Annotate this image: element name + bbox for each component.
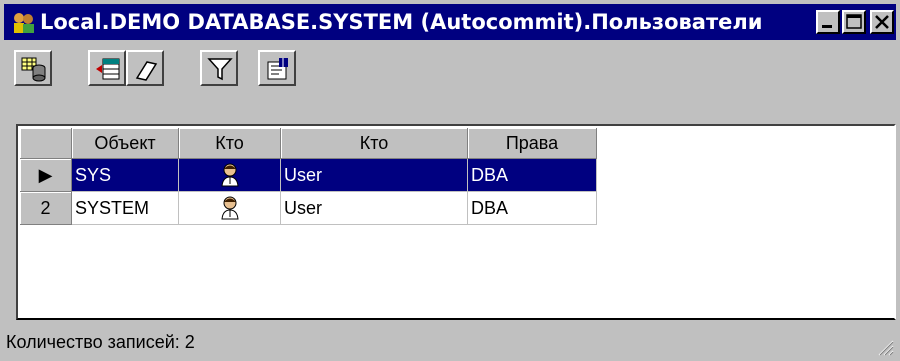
cell-rights[interactable]: DBA [467, 158, 597, 192]
table-row[interactable]: ▶ SYS User DBA [20, 158, 597, 192]
users-app-icon [14, 13, 34, 33]
column-header-who[interactable]: Кто [280, 128, 468, 159]
row-indicator[interactable]: ▶ [20, 158, 72, 192]
user-icon [220, 196, 239, 220]
table-properties-button[interactable] [14, 50, 52, 86]
maximize-button[interactable] [842, 10, 866, 34]
window-title: Local.DEMO DATABASE.SYSTEM (Autocommit).… [40, 10, 763, 34]
user-icon [220, 163, 239, 187]
column-header-rights[interactable]: Права [467, 128, 597, 159]
eraser-icon [135, 61, 158, 81]
column-header-who-icon[interactable]: Кто [178, 128, 281, 159]
users-window: Local.DEMO DATABASE.SYSTEM (Autocommit).… [0, 0, 900, 361]
eraser-button[interactable] [126, 50, 164, 86]
users-grid[interactable]: Объект Кто Кто Права ▶ SYS User DBA 2 SY… [16, 124, 896, 320]
corner-header [20, 128, 72, 159]
maximize-icon [846, 14, 862, 29]
properties-button[interactable] [258, 50, 296, 86]
resize-grip-icon[interactable] [874, 336, 894, 356]
status-bar: Количество записей: 2 [4, 326, 896, 358]
insert-record-button[interactable] [88, 50, 126, 86]
cell-who-icon[interactable] [178, 191, 281, 225]
row-indicator[interactable]: 2 [20, 191, 72, 225]
filter-button[interactable] [200, 50, 238, 86]
cell-who[interactable]: User [280, 158, 468, 192]
table-header: Объект Кто Кто Права [20, 128, 597, 159]
table-row[interactable]: 2 SYSTEM User DBA [20, 191, 597, 225]
cell-who-icon[interactable] [178, 158, 281, 192]
cell-who[interactable]: User [280, 191, 468, 225]
filter-icon [207, 58, 233, 81]
table-properties-icon [21, 57, 46, 82]
properties-icon [267, 58, 288, 80]
minimize-icon [822, 25, 832, 28]
close-icon [875, 15, 889, 29]
cell-object[interactable]: SYSTEM [71, 191, 179, 225]
cell-object[interactable]: SYS [71, 158, 179, 192]
title-bar[interactable]: Local.DEMO DATABASE.SYSTEM (Autocommit).… [4, 4, 896, 40]
cell-rights[interactable]: DBA [467, 191, 597, 225]
close-button[interactable] [870, 10, 894, 34]
users-table: Объект Кто Кто Права ▶ SYS User DBA 2 SY… [20, 128, 597, 225]
insert-record-icon [96, 58, 120, 80]
toolbar [4, 42, 896, 126]
record-count: Количество записей: 2 [6, 332, 195, 352]
column-header-object[interactable]: Объект [71, 128, 179, 159]
minimize-button[interactable] [816, 10, 840, 34]
